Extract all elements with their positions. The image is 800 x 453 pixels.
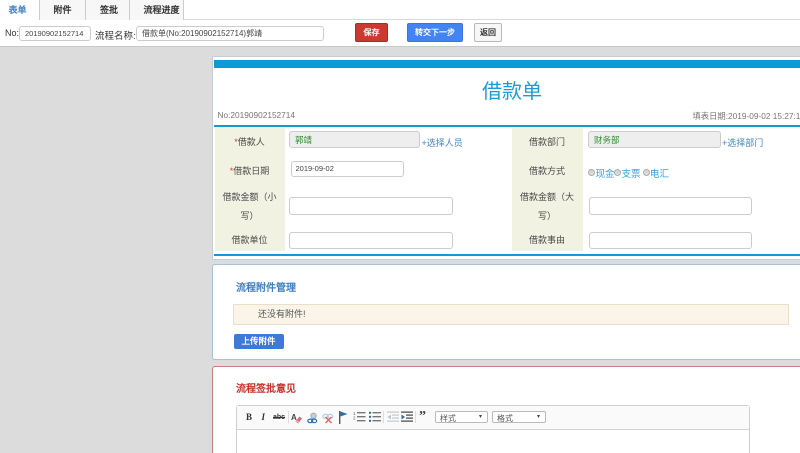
svg-text:A: A <box>291 413 297 422</box>
svg-text:2: 2 <box>353 416 356 421</box>
